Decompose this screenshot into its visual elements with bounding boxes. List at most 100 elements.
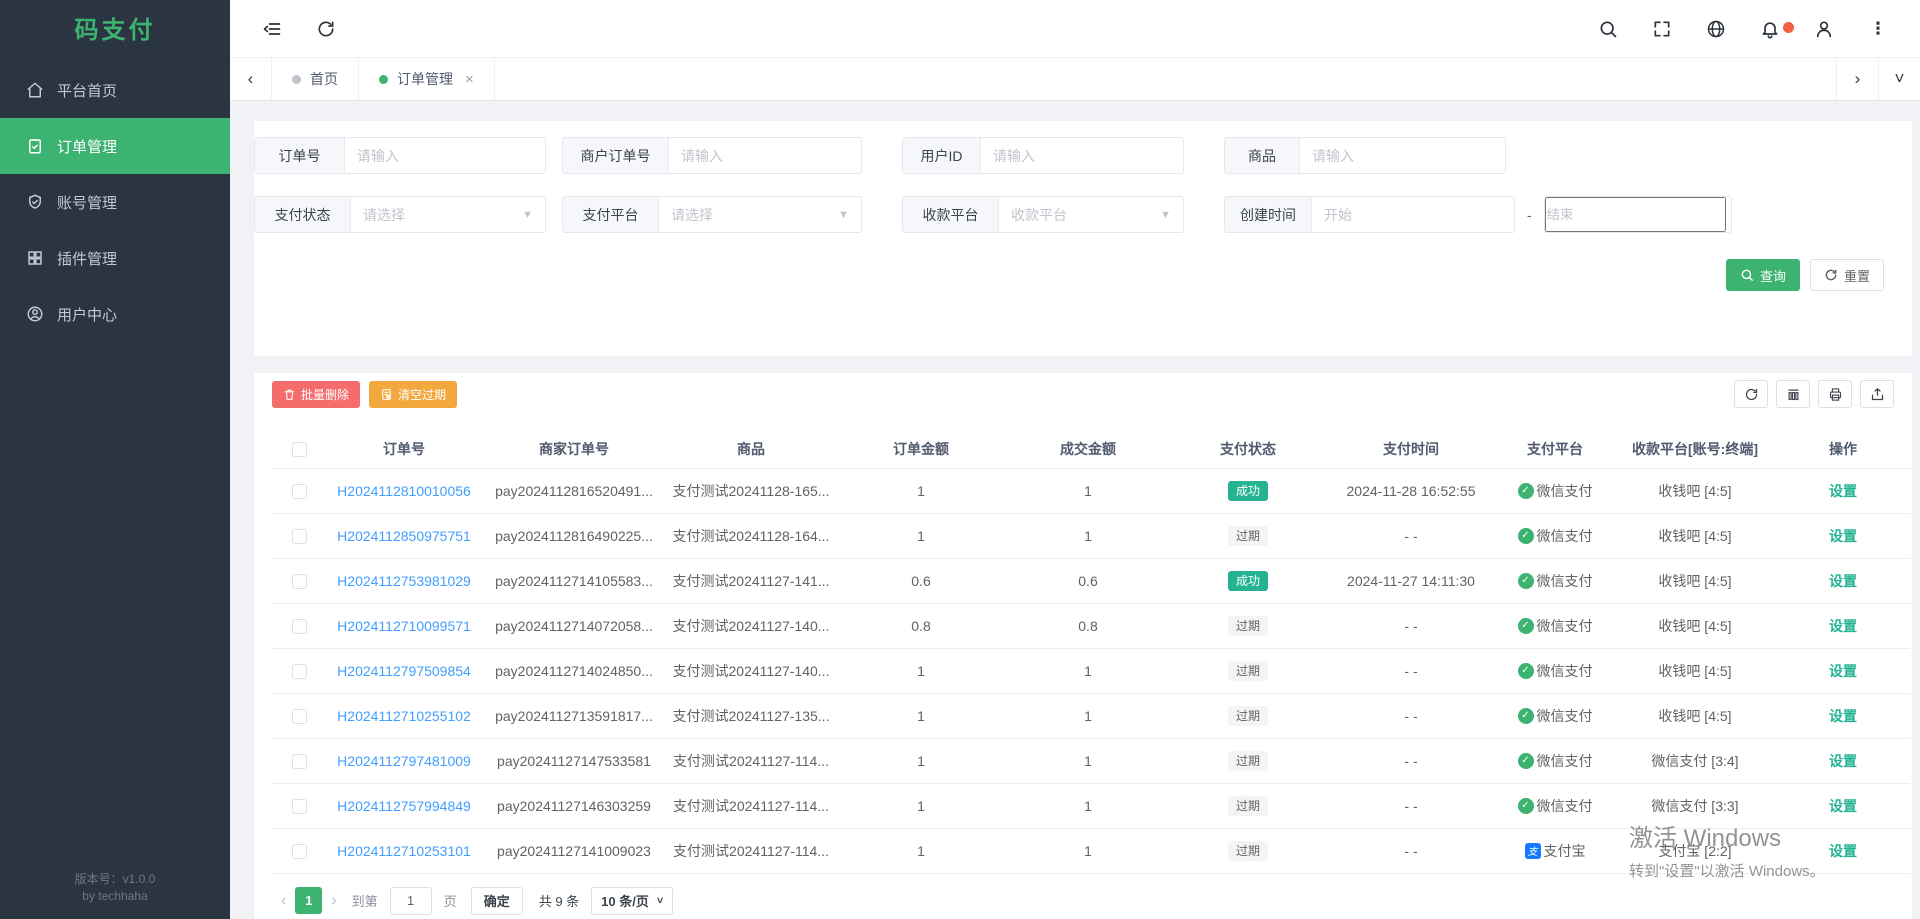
order-amount: 1: [836, 693, 1006, 738]
version-number: 版本号：v1.0.0: [0, 871, 230, 888]
tabs-scroll-left-icon[interactable]: ‹: [230, 58, 272, 100]
order-no-link[interactable]: H2024112710253101: [337, 843, 471, 859]
export-icon[interactable]: [1860, 380, 1894, 408]
sidebar-item-platform-home[interactable]: 平台首页: [0, 62, 230, 118]
settings-link[interactable]: 设置: [1829, 798, 1857, 814]
merchant-order-no-input[interactable]: [669, 138, 861, 173]
goto-page-input[interactable]: [390, 887, 432, 915]
more-vertical-icon[interactable]: ⋮: [1868, 19, 1888, 39]
filter-product: 商品: [1224, 137, 1506, 174]
shield-check-icon: [26, 193, 44, 211]
user-icon[interactable]: [1814, 19, 1834, 39]
settings-link[interactable]: 设置: [1829, 483, 1857, 499]
page-size-select[interactable]: 10 条/页 ˅: [591, 887, 673, 915]
tabs-menu-chevron-down-icon[interactable]: ˅: [1878, 58, 1920, 100]
pay-time: - -: [1326, 603, 1496, 648]
tab-home[interactable]: 首页: [272, 58, 359, 100]
tab-close-icon[interactable]: ×: [465, 71, 474, 88]
next-page-icon[interactable]: ›: [322, 892, 345, 910]
settings-link[interactable]: 设置: [1829, 708, 1857, 724]
order-no-link[interactable]: H2024112797509854: [337, 663, 471, 679]
row-checkbox[interactable]: [292, 799, 307, 814]
column-header: 支付平台: [1496, 430, 1614, 468]
settings-link[interactable]: 设置: [1829, 528, 1857, 544]
product-name: 支付测试20241128-165...: [666, 468, 836, 513]
sidebar-menu: 平台首页 订单管理 账号管理 插件管理 用户中心: [0, 62, 230, 342]
table-header-row: 订单号商家订单号商品订单金额成交金额支付状态支付时间支付平台收款平台[账号:终端…: [272, 430, 1910, 468]
row-checkbox[interactable]: [292, 574, 307, 589]
settings-link[interactable]: 设置: [1829, 618, 1857, 634]
order-no-link[interactable]: H2024112850975751: [337, 528, 471, 544]
main-area: ⋮ ‹ 首页 订单管理 × › ˅: [230, 0, 1920, 919]
filter-label: 订单号: [255, 138, 345, 173]
confirm-page-button[interactable]: 确定: [471, 887, 523, 915]
order-amount: 1: [836, 513, 1006, 558]
order-no-link[interactable]: H2024112757994849: [337, 798, 471, 814]
receive-platform-select: 收款平台: [999, 197, 1160, 232]
order-no-link[interactable]: H2024112710099571: [337, 618, 471, 634]
order-no-input[interactable]: [345, 138, 545, 173]
sidebar-item-plugin-management[interactable]: 插件管理: [0, 230, 230, 286]
row-checkbox[interactable]: [292, 754, 307, 769]
row-checkbox[interactable]: [292, 619, 307, 634]
globe-icon[interactable]: [1706, 19, 1726, 39]
sidebar-item-label: 订单管理: [57, 136, 117, 157]
plugin-grid-icon: [26, 249, 44, 267]
topbar-left: [262, 19, 336, 39]
settings-link[interactable]: 设置: [1829, 573, 1857, 589]
tab-order-management[interactable]: 订单管理 ×: [359, 58, 495, 100]
search-icon[interactable]: [1598, 19, 1618, 39]
settings-link[interactable]: 设置: [1829, 663, 1857, 679]
pay-time: - -: [1326, 783, 1496, 828]
tabbar-right: › ˅: [1836, 58, 1920, 100]
product-input[interactable]: [1300, 138, 1505, 173]
date-start-input[interactable]: [1312, 197, 1514, 232]
goto-label: 到第: [352, 891, 378, 910]
pay-platform-cell: 微信支付: [1518, 616, 1593, 636]
table-row: H2024112710255102pay2024112713591817...支…: [272, 693, 1910, 738]
collapse-sidebar-icon[interactable]: [262, 19, 282, 39]
column-header: 支付状态: [1170, 430, 1326, 468]
settings-link[interactable]: 设置: [1829, 753, 1857, 769]
sidebar-item-order-management[interactable]: 订单管理: [0, 118, 230, 174]
filter-pay-platform[interactable]: 支付平台 请选择 ▼: [562, 196, 862, 233]
merchant-order-no: pay20241127141009023: [482, 828, 666, 873]
platform-name: 微信支付: [1537, 481, 1593, 501]
row-checkbox[interactable]: [292, 664, 307, 679]
account-terminal: 微信支付 [3:3]: [1614, 783, 1776, 828]
filter-order-no: 订单号: [254, 137, 546, 174]
refresh-icon[interactable]: [316, 19, 336, 39]
reset-button[interactable]: 重置: [1810, 259, 1884, 291]
clear-expired-button[interactable]: 清空过期: [369, 381, 457, 408]
filter-receive-platform[interactable]: 收款平台 收款平台 ▼: [902, 196, 1184, 233]
fullscreen-icon[interactable]: [1652, 19, 1672, 39]
platform-name: 微信支付: [1537, 661, 1593, 681]
bell-icon[interactable]: [1760, 19, 1780, 39]
table-refresh-icon[interactable]: [1734, 380, 1768, 408]
settings-link[interactable]: 设置: [1829, 843, 1857, 859]
wechat-icon: [1518, 663, 1534, 679]
batch-delete-button[interactable]: 批量删除: [272, 381, 360, 408]
filter-row-2: 支付状态 请选择 ▼ 支付平台 请选择 ▼ 收款平台 收款平台 ▼: [254, 196, 1912, 233]
user-id-input[interactable]: [981, 138, 1183, 173]
order-no-link[interactable]: H2024112797481009: [337, 753, 471, 769]
page-number-button[interactable]: 1: [295, 887, 322, 914]
filter-pay-status[interactable]: 支付状态 请选择 ▼: [254, 196, 546, 233]
columns-icon[interactable]: [1776, 380, 1810, 408]
order-no-link[interactable]: H2024112810010056: [337, 483, 471, 499]
select-all-checkbox[interactable]: [292, 442, 307, 457]
order-no-link[interactable]: H2024112753981029: [337, 573, 471, 589]
status-badge: 过期: [1228, 616, 1268, 636]
row-checkbox[interactable]: [292, 844, 307, 859]
row-checkbox[interactable]: [292, 529, 307, 544]
date-end-input[interactable]: [1545, 197, 1726, 232]
prev-page-icon[interactable]: ‹: [272, 892, 295, 910]
row-checkbox[interactable]: [292, 484, 307, 499]
tabs-scroll-right-icon[interactable]: ›: [1836, 58, 1878, 100]
row-checkbox[interactable]: [292, 709, 307, 724]
search-button[interactable]: 查询: [1726, 259, 1800, 291]
printer-icon[interactable]: [1818, 380, 1852, 408]
sidebar-item-user-center[interactable]: 用户中心: [0, 286, 230, 342]
sidebar-item-account-management[interactable]: 账号管理: [0, 174, 230, 230]
order-no-link[interactable]: H2024112710255102: [337, 708, 471, 724]
